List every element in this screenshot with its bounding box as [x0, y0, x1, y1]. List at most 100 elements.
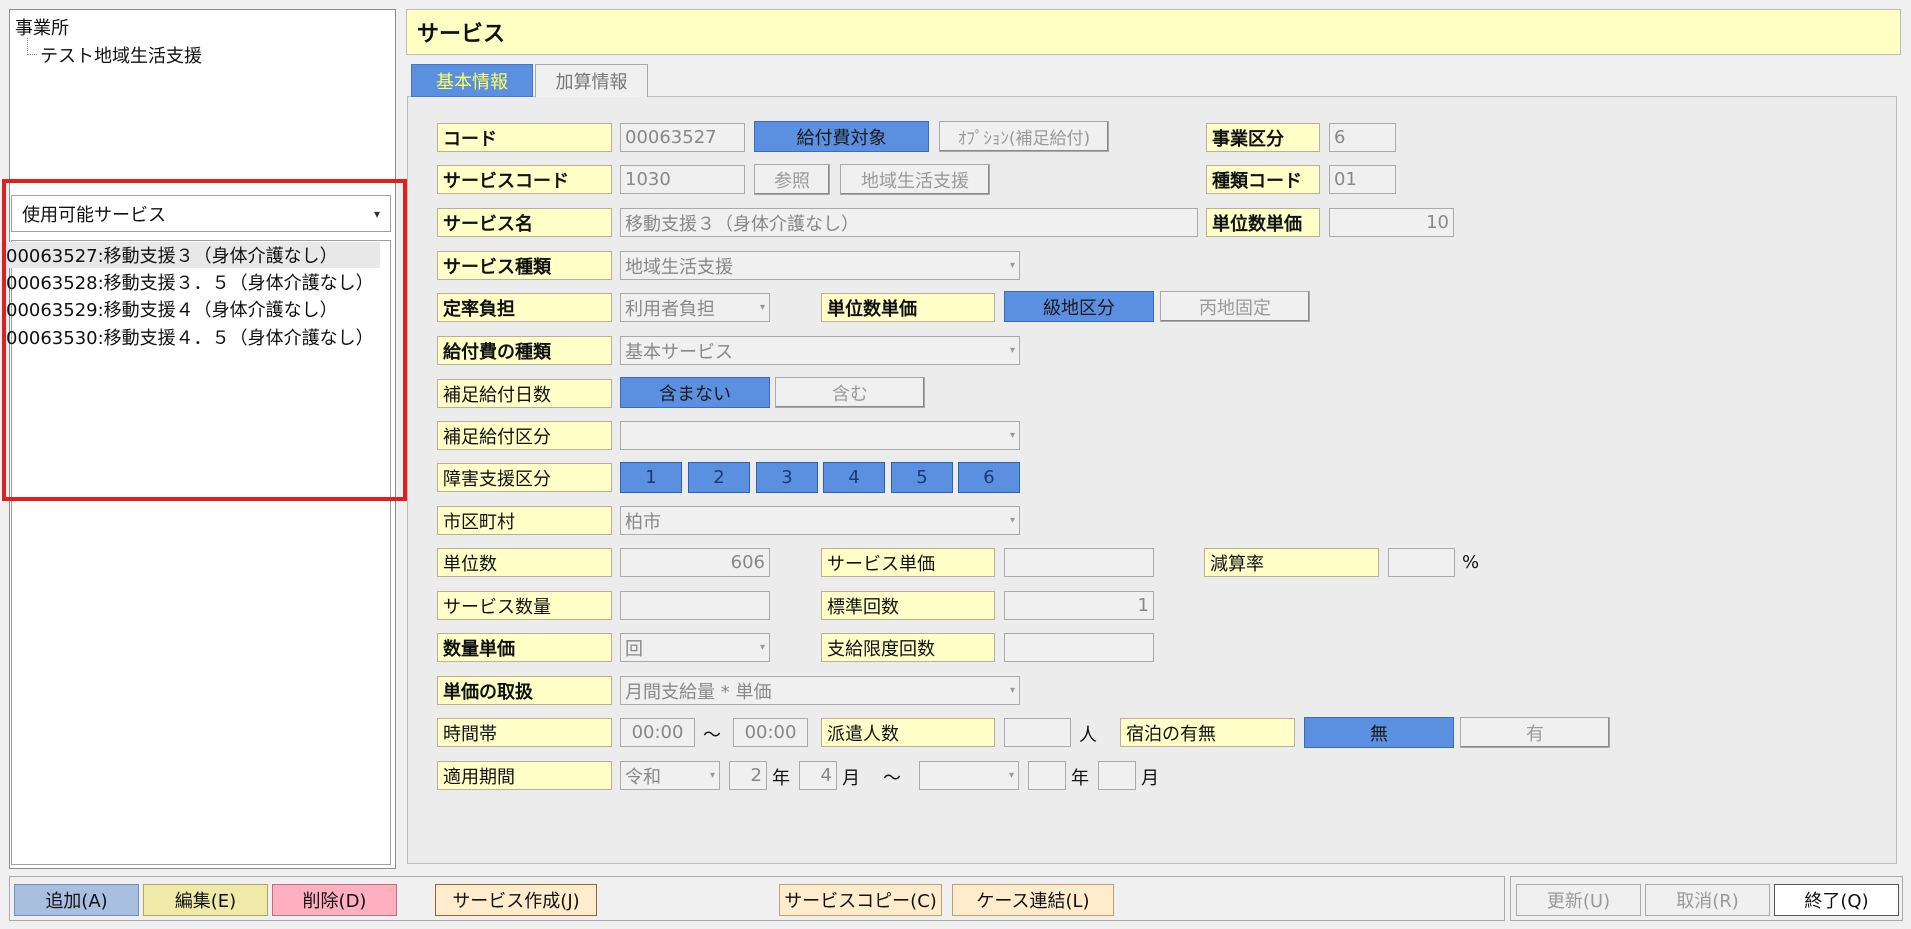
service-code-label: サービスコード	[437, 165, 612, 194]
kyufuhi-target-button[interactable]: 給付費対象	[754, 121, 929, 152]
chevron-down-icon: ▾	[1009, 260, 1015, 271]
shurui-code-label: 種類コード	[1206, 165, 1320, 194]
hosoku-kubun-select[interactable]: ▾	[620, 421, 1020, 450]
kyufuhi-shurui-label: 給付費の種類	[437, 336, 612, 365]
hyojun-field[interactable]: 1	[1004, 591, 1154, 620]
service-create-button[interactable]: サービス作成(J)	[435, 884, 597, 916]
exit-button[interactable]: 終了(Q)	[1774, 884, 1899, 916]
shogai-6-button[interactable]: 6	[958, 462, 1020, 493]
heichi-fixed-button[interactable]: 丙地固定	[1160, 291, 1310, 322]
reference-button[interactable]: 参照	[754, 164, 830, 195]
year2-unit: 年	[1071, 768, 1089, 789]
tab-basic-info[interactable]: 基本情報	[411, 64, 533, 97]
shikyu-field[interactable]	[1004, 633, 1154, 662]
tree-connector	[27, 38, 37, 55]
gensan-field[interactable]	[1388, 548, 1455, 577]
hyojun-label: 標準回数	[821, 591, 995, 620]
add-button[interactable]: 追加(A)	[14, 884, 139, 916]
shogai-5-button[interactable]: 5	[891, 462, 953, 493]
jigyo-kubun-field[interactable]: 6	[1329, 123, 1396, 152]
shogai-2-button[interactable]: 2	[688, 462, 750, 493]
tekiyo-label: 適用期間	[437, 761, 612, 790]
teiritsu-value: 利用者負担	[625, 298, 715, 320]
kyuchi-kubun-button[interactable]: 級地区分	[1004, 291, 1154, 322]
suryo-tanka-select[interactable]: 回 ▾	[620, 633, 770, 662]
tanisu-field[interactable]: 606	[620, 548, 770, 577]
chevron-down-icon: ▾	[1009, 515, 1015, 526]
service-tanka-label: サービス単価	[821, 548, 995, 577]
page-title: サービス	[406, 9, 1901, 55]
shogai-4-button[interactable]: 4	[823, 462, 885, 493]
fukumanai-button[interactable]: 含まない	[620, 377, 770, 408]
code-field[interactable]: 00063527	[620, 123, 745, 152]
month-field[interactable]: 4	[799, 761, 837, 790]
tanisu-label: 単位数	[437, 548, 612, 577]
haken-label: 派遣人数	[821, 718, 995, 747]
month-unit: 月	[842, 768, 860, 789]
tanisu-tanka-label: 単位数単価	[1206, 208, 1320, 237]
shurui-code-field[interactable]: 01	[1329, 165, 1396, 194]
era2-select[interactable]: ▾	[919, 761, 1019, 790]
service-code-field[interactable]: 1030	[620, 165, 745, 194]
shikuchoson-select[interactable]: 柏市 ▾	[620, 506, 1020, 535]
tilde-separator-2: 〜	[883, 768, 901, 789]
highlight-box	[2, 179, 407, 501]
year-unit: 年	[772, 768, 790, 789]
chevron-down-icon: ▾	[1009, 430, 1015, 441]
fukumu-button[interactable]: 含む	[775, 377, 925, 408]
year2-field[interactable]	[1028, 761, 1066, 790]
service-tanka-field[interactable]	[1004, 548, 1154, 577]
tree-item-office[interactable]: テスト地域生活支援	[40, 42, 202, 68]
edit-button[interactable]: 編集(E)	[143, 884, 268, 916]
tanka-toriatsukai-select[interactable]: 月間支給量 * 単価 ▾	[620, 676, 1020, 705]
hosoku-kubun-label: 補足給付区分	[437, 421, 612, 450]
time-from-field[interactable]: 00:00	[620, 718, 695, 747]
case-link-button[interactable]: ケース連結(L)	[952, 884, 1114, 916]
cancel-button[interactable]: 取消(R)	[1645, 884, 1770, 916]
service-shurui-select[interactable]: 地域生活支援 ▾	[620, 251, 1020, 280]
kyufuhi-shurui-value: 基本サービス	[625, 341, 733, 363]
tanisu-tanka-field[interactable]: 10	[1329, 208, 1454, 237]
code-label: コード	[437, 123, 612, 152]
service-suryo-label: サービス数量	[437, 591, 612, 620]
shikuchoson-value: 柏市	[625, 511, 661, 533]
shogai-3-button[interactable]: 3	[756, 462, 818, 493]
service-copy-button[interactable]: サービスコピー(C)	[779, 884, 942, 916]
tanka-toriatsukai-value: 月間支給量 * 単価	[625, 681, 772, 703]
era-value: 令和	[625, 766, 661, 788]
chiiki-button[interactable]: 地域生活支援	[840, 164, 990, 195]
year-field[interactable]: 2	[729, 761, 767, 790]
tree-root-office[interactable]: 事業所	[15, 14, 69, 40]
chevron-down-icon: ▾	[1009, 345, 1015, 356]
tilde-separator: 〜	[703, 725, 721, 746]
shogai-label: 障害支援区分	[437, 463, 612, 492]
tanisu-tanka2-label: 単位数単価	[821, 293, 995, 322]
chevron-down-icon: ▾	[759, 302, 765, 313]
service-shurui-value: 地域生活支援	[625, 256, 733, 278]
service-name-label: サービス名	[437, 208, 612, 237]
jikantai-label: 時間帯	[437, 718, 612, 747]
kyufuhi-shurui-select[interactable]: 基本サービス ▾	[620, 336, 1020, 365]
shukuhaku-nashi-button[interactable]: 無	[1304, 717, 1454, 748]
suryo-tanka-label: 数量単価	[437, 633, 612, 662]
chevron-down-icon: ▾	[759, 642, 765, 653]
time-to-field[interactable]: 00:00	[733, 718, 808, 747]
delete-button[interactable]: 削除(D)	[272, 884, 397, 916]
shikyu-label: 支給限度回数	[821, 633, 995, 662]
jigyo-kubun-label: 事業区分	[1206, 123, 1320, 152]
shukuhaku-ari-button[interactable]: 有	[1460, 717, 1610, 748]
haken-field[interactable]	[1004, 718, 1071, 747]
shogai-1-button[interactable]: 1	[620, 462, 682, 493]
tab-addition-info[interactable]: 加算情報	[535, 64, 648, 97]
month2-field[interactable]	[1098, 761, 1136, 790]
teiritsu-label: 定率負担	[437, 293, 612, 322]
option-button[interactable]: ｵﾌﾟｼｮﾝ(補足給付)	[939, 121, 1109, 152]
service-name-field[interactable]: 移動支援３（身体介護なし）	[620, 208, 1198, 237]
update-button[interactable]: 更新(U)	[1516, 884, 1641, 916]
shukuhaku-label: 宿泊の有無	[1120, 718, 1295, 747]
teiritsu-select[interactable]: 利用者負担 ▾	[620, 293, 770, 322]
chevron-down-icon: ▾	[709, 770, 715, 781]
suryo-tanka-value: 回	[625, 638, 643, 660]
era-select[interactable]: 令和 ▾	[620, 761, 720, 790]
service-suryo-field[interactable]	[620, 591, 770, 620]
